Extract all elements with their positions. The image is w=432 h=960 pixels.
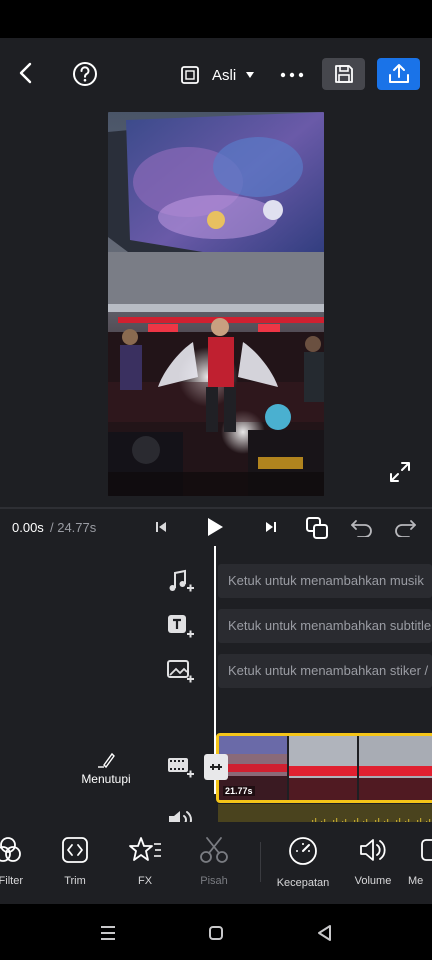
skip-end-icon	[266, 522, 276, 532]
overlay-label: Menutupi	[81, 772, 131, 786]
tool-filter-label: Filter	[0, 875, 23, 887]
skip-to-end-button[interactable]	[260, 516, 282, 538]
tool-volume[interactable]: Volume	[338, 836, 408, 887]
dropdown-icon	[246, 72, 255, 78]
export-icon	[388, 64, 409, 83]
add-subtitle-button[interactable]	[164, 611, 196, 643]
add-sticker-icon	[167, 660, 194, 683]
undo-button[interactable]	[348, 515, 376, 541]
save-draft-icon	[334, 65, 353, 83]
more-icon	[280, 72, 304, 78]
tool-volume-label: Volume	[354, 875, 392, 887]
save-draft-button[interactable]	[322, 58, 365, 90]
keyframe-button[interactable]	[303, 514, 331, 542]
top-bar: Asli	[0, 38, 432, 112]
export-button[interactable]	[377, 58, 420, 90]
undo-icon	[351, 520, 372, 537]
tool-filter[interactable]: Filter	[0, 836, 43, 887]
redo-button[interactable]	[391, 515, 419, 541]
play-icon	[208, 518, 223, 536]
subtitle-track[interactable]: Ketuk untuk menambahkan subtitle	[218, 609, 432, 643]
nav-back-button[interactable]	[308, 920, 340, 946]
edit-toolbar: Filter Trim FX Pisah Kecepatan Volume Me	[0, 822, 432, 904]
add-clip-button[interactable]	[164, 751, 196, 783]
total-duration: / 24.77s	[50, 520, 97, 535]
tool-split[interactable]: Pisah	[179, 836, 249, 887]
tool-split-label: Pisah	[200, 875, 228, 887]
back-button[interactable]	[10, 58, 40, 88]
tool-fx[interactable]: FX	[110, 836, 180, 887]
volume-icon	[360, 839, 386, 861]
add-text-icon	[168, 615, 194, 638]
copy-frames-icon	[306, 517, 328, 539]
tool-fx-label: FX	[137, 875, 153, 887]
aspect-ratio-icon	[181, 66, 199, 84]
help-button[interactable]	[70, 59, 100, 89]
home-button[interactable]	[200, 920, 232, 946]
timeline: Ketuk untuk menambahkan musik Ketuk untu…	[0, 546, 432, 854]
video-frame[interactable]	[108, 112, 324, 496]
tool-more-label: Me	[408, 875, 424, 887]
clip-duration: 21.77s	[223, 786, 255, 796]
aspect-ratio-selector[interactable]: Asli	[180, 62, 255, 88]
fx-icon	[129, 837, 161, 861]
playback-controls: 0.00s / 24.77s	[0, 507, 432, 546]
back-icon	[19, 62, 32, 84]
overlay-edit-icon	[98, 752, 115, 769]
speed-icon	[289, 837, 317, 865]
add-music-button[interactable]	[164, 566, 196, 598]
current-time: 0.00s	[12, 520, 44, 535]
scissors-icon	[200, 837, 228, 863]
fullscreen-button[interactable]	[384, 456, 416, 488]
add-video-clip-icon	[168, 758, 194, 778]
overlay-button[interactable]: Menutupi	[78, 751, 134, 791]
sticker-track[interactable]: Ketuk untuk menambahkan stiker / Pi	[218, 654, 432, 688]
more-tool-icon	[421, 839, 432, 861]
filter-icon	[0, 837, 21, 862]
system-nav-bar	[0, 904, 432, 960]
tool-speed[interactable]: Kecepatan	[268, 836, 338, 889]
more-options-button[interactable]	[276, 60, 308, 90]
add-music-icon	[169, 569, 194, 592]
status-bar	[0, 0, 432, 38]
video-preview-area	[0, 112, 432, 508]
video-clip[interactable]: 21.77s	[216, 733, 432, 803]
tool-trim[interactable]: Trim	[40, 836, 110, 887]
trim-handle-icon	[210, 764, 222, 770]
redo-icon	[395, 520, 416, 537]
home-icon	[209, 926, 223, 940]
trim-icon	[62, 837, 88, 863]
tool-trim-label: Trim	[64, 875, 86, 887]
nav-back-icon	[318, 925, 331, 941]
seek-track[interactable]	[0, 507, 432, 509]
music-track[interactable]: Ketuk untuk menambahkan musik	[218, 564, 432, 598]
aspect-ratio-label: Asli	[212, 66, 237, 84]
skip-to-start-button[interactable]	[150, 516, 172, 538]
play-button[interactable]	[202, 514, 228, 540]
fullscreen-icon	[390, 462, 410, 482]
recent-apps-icon	[101, 926, 115, 940]
add-sticker-button[interactable]	[164, 656, 196, 688]
tool-speed-label: Kecepatan	[276, 877, 330, 889]
help-icon	[73, 62, 97, 86]
toolbar-divider	[260, 842, 261, 882]
recent-apps-button[interactable]	[92, 920, 124, 946]
clip-trim-handle[interactable]	[204, 754, 228, 780]
concert-video-still	[108, 112, 324, 496]
tool-more[interactable]: Me	[408, 836, 432, 887]
editor-app: Asli 0.00s / 24.77s Ketuk untuk menambah…	[0, 38, 432, 904]
skip-start-icon	[156, 522, 166, 532]
